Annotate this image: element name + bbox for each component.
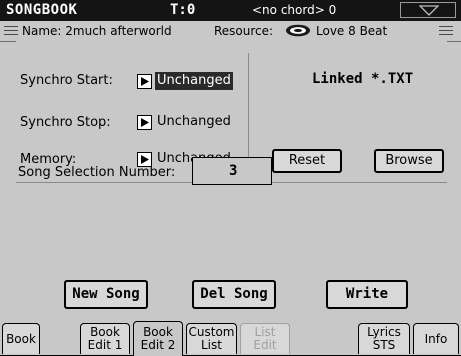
info-bar: Name: 2much afterworld Resource: Love 8 … xyxy=(0,21,461,42)
tab-bar: Book Book Edit 1 Book Edit 2 Custom List… xyxy=(0,321,461,356)
synchro-stop-value[interactable]: Unchanged xyxy=(155,113,233,131)
write-button[interactable]: Write xyxy=(326,280,408,309)
tab-list-edit: List Edit xyxy=(240,323,290,354)
tab-lyrics-sts[interactable]: Lyrics STS xyxy=(358,323,410,354)
tab-label: Info xyxy=(424,332,448,346)
browse-button[interactable]: Browse xyxy=(374,149,444,173)
tab-label: STS xyxy=(372,338,396,352)
resource-value: Love 8 Beat xyxy=(316,24,388,38)
tab-label: Edit 2 xyxy=(140,338,176,352)
play-arrow-icon xyxy=(141,77,149,86)
synchro-start-value[interactable]: Unchanged xyxy=(155,72,233,90)
page-menu-button[interactable] xyxy=(400,2,456,18)
grip-left-icon xyxy=(4,26,18,35)
tab-info[interactable]: Info xyxy=(413,323,459,354)
play-arrow-icon xyxy=(141,118,149,127)
tab-book-edit-1[interactable]: Book Edit 1 xyxy=(80,323,130,354)
del-song-button[interactable]: Del Song xyxy=(192,280,276,309)
menu-arrow-icon xyxy=(419,5,439,16)
tab-label: Edit xyxy=(253,338,277,352)
tab-label: Book xyxy=(6,332,36,346)
play-arrow-icon xyxy=(141,155,149,164)
song-selection-number-field[interactable]: 3 xyxy=(192,157,272,185)
tab-custom-list[interactable]: Custom List xyxy=(186,323,237,354)
tempo-indicator: T:0 xyxy=(170,2,196,18)
tab-label: Edit 1 xyxy=(87,338,123,352)
synchro-start-arrow-button[interactable] xyxy=(137,74,152,89)
style-disc-icon xyxy=(286,24,310,37)
grip-right-icon xyxy=(439,26,453,35)
linked-txt-label: Linked *.TXT xyxy=(312,71,414,87)
tab-label: List xyxy=(201,338,222,352)
new-song-button[interactable]: New Song xyxy=(64,280,148,309)
resource-label: Resource: xyxy=(214,24,274,38)
tab-book[interactable]: Book xyxy=(2,323,40,354)
song-name: Name: 2much afterworld xyxy=(22,24,172,38)
song-selection-label: Song Selection Number: xyxy=(18,165,176,180)
synchro-start-label: Synchro Start: xyxy=(20,73,113,88)
page-title: SONGBOOK xyxy=(6,2,78,18)
synchro-stop-arrow-button[interactable] xyxy=(137,115,152,130)
synchro-stop-label: Synchro Stop: xyxy=(20,115,111,130)
tab-book-edit-2[interactable]: Book Edit 2 xyxy=(133,321,183,356)
reset-button[interactable]: Reset xyxy=(272,149,342,173)
chord-indicator: <no chord> 0 xyxy=(252,3,337,17)
title-bar: SONGBOOK T:0 <no chord> 0 xyxy=(0,0,461,21)
songbook-screen: SONGBOOK T:0 <no chord> 0 Name: 2much af… xyxy=(0,0,461,356)
book-edit-2-panel: Synchro Start: Unchanged Synchro Stop: U… xyxy=(16,41,447,320)
